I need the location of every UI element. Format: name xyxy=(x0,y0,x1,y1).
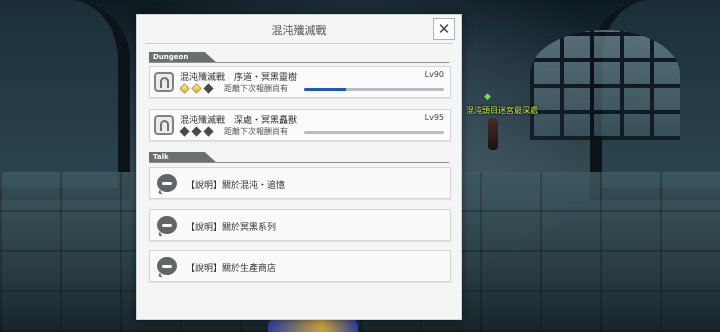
speech-bubble-icon xyxy=(157,216,177,234)
dungeon-name: 混沌殲滅戰 深處・冥黑矗獸 xyxy=(180,116,298,126)
title-divider xyxy=(145,43,453,44)
npc-quest-marker-icon: ◆ xyxy=(484,92,491,102)
dungeon-level: Lv90 xyxy=(424,70,444,79)
reward-gem-icon xyxy=(179,83,190,94)
dungeon-entry-2[interactable]: 混沌殲滅戰 深處・冥黑矗獸 Lv95 距離下次報酬尚有 xyxy=(149,109,451,141)
reward-gem-icon xyxy=(191,126,202,137)
dungeon-level: Lv95 xyxy=(424,113,444,122)
reward-progress-bar xyxy=(304,131,444,134)
dialog-title: 混沌殲滅戰 xyxy=(271,24,327,37)
reward-gems xyxy=(179,83,214,94)
reward-countdown-text: 距離下次報酬尚有 xyxy=(224,84,288,93)
close-button[interactable]: ✕ xyxy=(433,18,455,40)
speech-bubble-icon xyxy=(157,257,177,275)
talk-section-line xyxy=(149,162,449,163)
dungeon-entry-1[interactable]: 混沌殲滅戰 序道・冥黑靈樹 Lv90 距離下次報酬尚有 xyxy=(149,66,451,98)
reward-progress-fill xyxy=(304,88,346,91)
reward-gem-icon xyxy=(203,126,214,137)
talk-item-3[interactable]: 【說明】關於生產商店 xyxy=(149,250,451,282)
talk-item-label: 【說明】關於冥黑系列 xyxy=(186,223,277,233)
dungeon-gate-icon xyxy=(154,115,174,135)
talk-item-2[interactable]: 【說明】關於冥黑系列 xyxy=(149,209,451,241)
speech-bubble-icon xyxy=(157,174,177,192)
talk-item-1[interactable]: 【說明】關於混沌・追憶 xyxy=(149,167,451,199)
npc-name-label[interactable]: 混沌頭目迷宮最深處 xyxy=(466,105,538,116)
reward-gems xyxy=(179,126,214,137)
dungeon-section-line xyxy=(149,62,449,63)
player-character xyxy=(268,318,358,332)
left-archway xyxy=(0,0,130,200)
reward-countdown-text: 距離下次報酬尚有 xyxy=(224,127,288,136)
reward-progress-bar xyxy=(304,88,444,91)
background-window xyxy=(530,30,680,140)
close-icon: ✕ xyxy=(437,19,451,38)
reward-gem-icon xyxy=(191,83,202,94)
npc-character[interactable] xyxy=(488,118,498,150)
dungeon-gate-icon xyxy=(154,72,174,92)
talk-item-label: 【說明】關於生產商店 xyxy=(186,264,277,274)
dungeon-name: 混沌殲滅戰 序道・冥黑靈樹 xyxy=(180,73,298,83)
dungeon-dialog: 混沌殲滅戰 ✕ Dungeon 混沌殲滅戰 序道・冥黑靈樹 Lv90 距離下次報… xyxy=(136,14,462,320)
reward-gem-icon xyxy=(203,83,214,94)
reward-gem-icon xyxy=(179,126,190,137)
talk-item-label: 【說明】關於混沌・追憶 xyxy=(186,181,286,191)
